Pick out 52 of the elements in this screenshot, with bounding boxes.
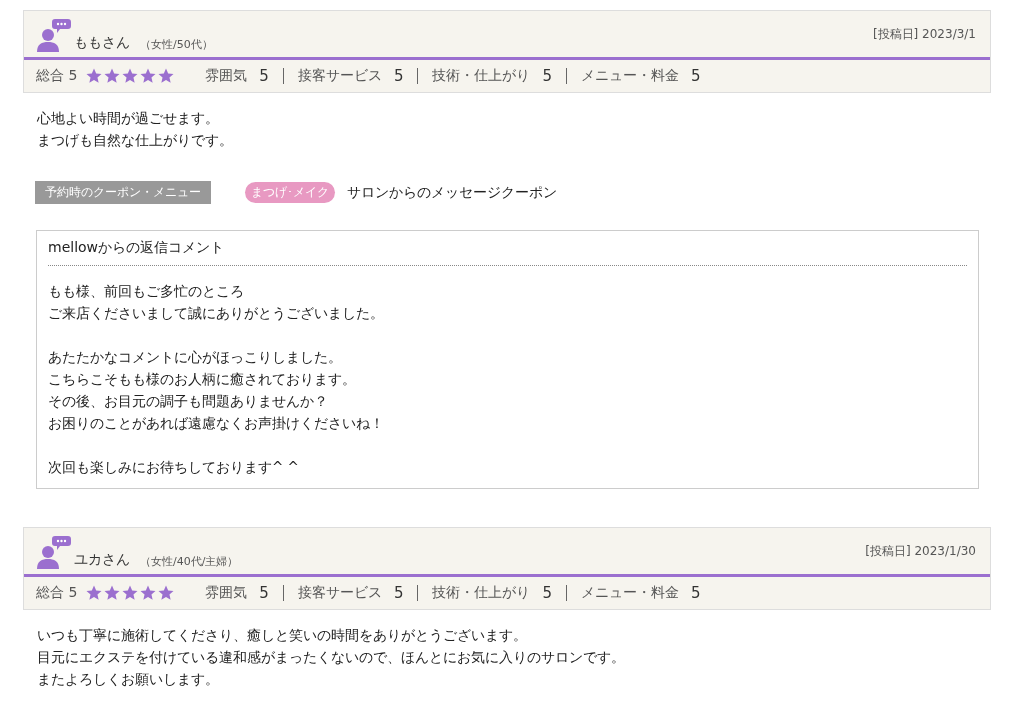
rating-score: 5: [542, 67, 552, 85]
reply-text-line: もも様、前回もご多忙のところ: [48, 282, 244, 301]
rating-score: 5: [259, 67, 269, 85]
rating-score: 5: [393, 67, 404, 85]
review-comment-line: またよろしくお願いします。: [37, 670, 219, 689]
reviewer-name: ユカさん: [74, 551, 130, 569]
overall-score: 総合 5: [36, 584, 78, 602]
rating-label: 技術・仕上がり: [432, 584, 531, 602]
review-comment-line: いつも丁寧に施術してくださり、癒しと笑いの時間をありがとうございます。: [37, 626, 527, 645]
star-icon: [157, 67, 176, 85]
overall-score: 総合 5: [36, 67, 78, 85]
rating-score: 5: [393, 584, 404, 602]
reply-text-line: お困りのことがあれば遠慮なくお声掛けくださいね！: [48, 414, 384, 433]
user-comment-icon: [36, 16, 72, 52]
rating-label: 雰囲気: [205, 584, 248, 602]
rating-label: 技術・仕上がり: [432, 67, 531, 85]
rating-label: メニュー・料金: [581, 584, 679, 602]
star-icon: [139, 67, 158, 85]
rating-score: 5: [691, 67, 701, 85]
reply-text-line: ご来店くださいまして誠にありがとうございました。: [48, 304, 384, 323]
rating-score: 5: [691, 584, 701, 602]
rating-label: メニュー・料金: [581, 67, 679, 85]
star-icon: [85, 67, 104, 85]
category-tag: まつげ･メイク: [245, 182, 335, 203]
reply-text-line: こちらこそもも様のお人柄に癒されております。: [48, 370, 356, 389]
star-icon: [157, 584, 176, 602]
reviewer-attributes: （女性/40代/主婦）: [140, 554, 239, 569]
star-icon: [121, 67, 140, 85]
review-comment-line: 目元にエクステを付けている違和感がまったくないので、ほんとにお気に入りのサロンです。: [37, 648, 625, 667]
rating-label: 接客サービス: [297, 67, 382, 85]
star-icon: [103, 67, 122, 85]
reviewer-name: ももさん: [74, 34, 130, 52]
coupon-heading: 予約時のクーポン・メニュー: [35, 181, 211, 204]
reply-text-line: 次回も楽しみにお待ちしております^ ^: [48, 458, 299, 477]
coupon-title: サロンからのメッセージクーポン: [347, 183, 557, 202]
rating-label: 接客サービス: [297, 584, 382, 602]
user-comment-icon: [36, 533, 72, 569]
reply-text-line: その後、お目元の調子も問題ありませんか？: [48, 392, 328, 411]
rating-label: 雰囲気: [205, 67, 248, 85]
rating-score: 5: [259, 584, 269, 602]
rating-score: 5: [542, 584, 552, 602]
star-icon: [139, 584, 158, 602]
star-icon: [103, 584, 122, 602]
posted-date: [投稿日] 2023/3/1: [872, 25, 976, 43]
star-icon: [121, 584, 140, 602]
review-comment-line: 心地よい時間が過ごせます。: [37, 109, 219, 128]
reply-text-line: あたたかなコメントに心がほっこりしました。: [48, 348, 342, 367]
reviewer-attributes: （女性/50代）: [140, 37, 213, 52]
posted-date: [投稿日] 2023/1/30: [865, 542, 976, 560]
star-icon: [85, 584, 104, 602]
review-comment-line: まつげも自然な仕上がりです。: [37, 131, 233, 150]
reply-title: mellowからの返信コメント: [48, 237, 967, 266]
